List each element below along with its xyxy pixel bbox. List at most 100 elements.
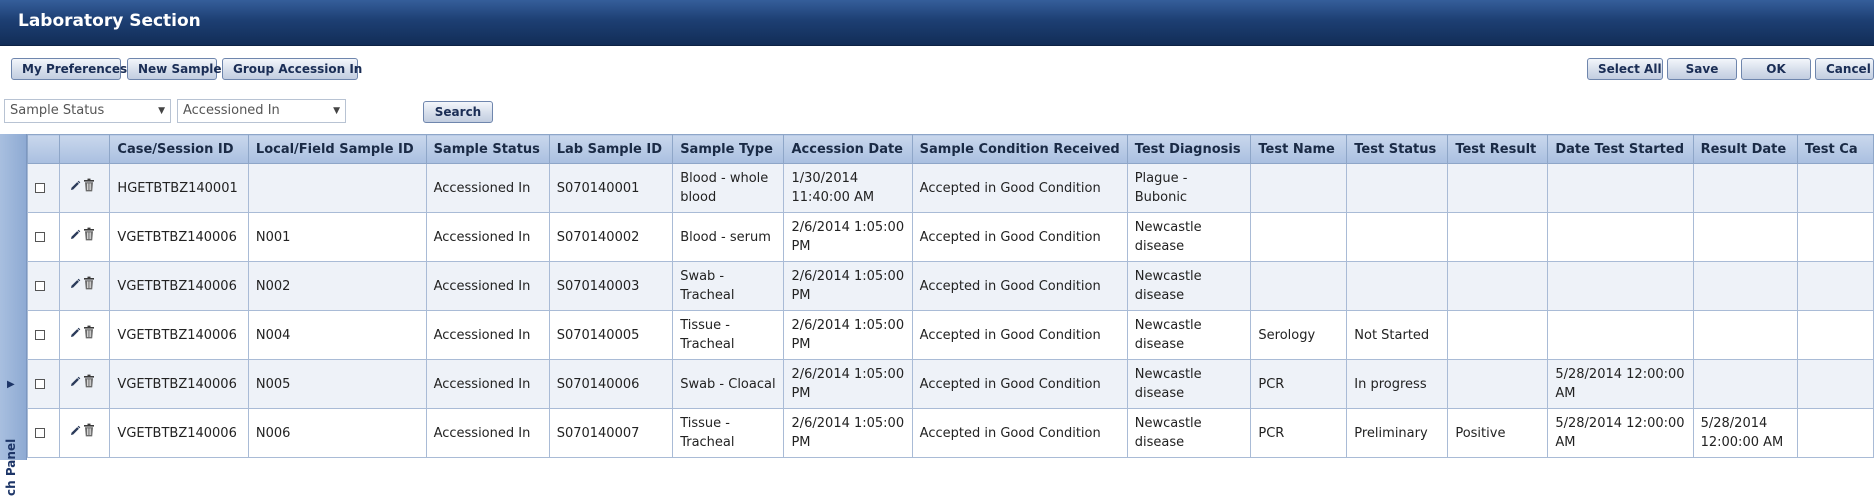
table-cell	[1692, 359, 1798, 409]
group-accession-in-button[interactable]: Group Accession In	[222, 58, 362, 80]
table-cell: Accessioned In	[425, 359, 550, 409]
ok-button[interactable]: OK	[1741, 58, 1811, 80]
row-select-cell	[26, 408, 61, 458]
table-cell: 2/6/2014 1:05:00 PM	[783, 310, 913, 360]
grid-header-row: Case/Session ID Local/Field Sample ID Sa…	[26, 134, 1874, 164]
trash-icon[interactable]	[83, 325, 95, 345]
row-actions-cell	[59, 310, 111, 360]
table-cell: Newcastle disease	[1126, 212, 1252, 262]
row-checkbox[interactable]	[35, 379, 45, 389]
table-cell: N002	[247, 261, 427, 311]
column-header-case-session-id[interactable]: Case/Session ID	[109, 134, 249, 164]
trash-icon[interactable]	[83, 276, 95, 296]
table-cell: Blood - whole blood	[672, 163, 785, 213]
table-cell: Preliminary	[1346, 408, 1449, 458]
search-panel-toggle[interactable]: ▶ ch Panel	[0, 134, 27, 496]
table-row[interactable]: HGETBTBZ140001 Accessioned In S070140001 Bl…	[26, 163, 1874, 213]
column-header-date-test-started[interactable]: Date Test Started	[1547, 134, 1694, 164]
edit-pencil-icon[interactable]	[69, 277, 81, 296]
column-header-test-status[interactable]: Test Status	[1346, 134, 1449, 164]
my-preferences-button[interactable]: My Preferences	[11, 58, 127, 80]
table-cell	[1547, 310, 1694, 360]
table-cell: 2/6/2014 1:05:00 PM	[783, 359, 913, 409]
row-checkbox[interactable]	[35, 330, 45, 340]
table-cell	[1447, 212, 1549, 262]
chevron-down-icon: ▼	[333, 106, 340, 116]
row-actions-cell	[59, 359, 111, 409]
table-cell	[1796, 408, 1874, 458]
table-cell	[1447, 359, 1549, 409]
table-cell	[1250, 163, 1348, 213]
table-cell	[1547, 163, 1694, 213]
table-cell	[1346, 212, 1449, 262]
save-button[interactable]: Save	[1667, 58, 1737, 80]
table-cell: 2/6/2014 1:05:00 PM	[783, 212, 913, 262]
cancel-button[interactable]: Cancel	[1815, 58, 1874, 80]
row-checkbox[interactable]	[35, 428, 45, 438]
column-header-lab-sample-id[interactable]: Lab Sample ID	[548, 134, 674, 164]
trash-icon[interactable]	[83, 374, 95, 394]
edit-pencil-icon[interactable]	[69, 375, 81, 394]
table-cell: Newcastle disease	[1126, 261, 1252, 311]
table-cell: S070140005	[548, 310, 674, 360]
trash-icon[interactable]	[83, 227, 95, 247]
sample-status-select[interactable]: Sample Status ▼	[4, 99, 171, 123]
table-cell: N001	[247, 212, 427, 262]
actions-column-header	[59, 134, 111, 164]
table-row[interactable]: VGETBTBZ140006 N001 Accessioned In S0701400…	[26, 212, 1874, 262]
table-cell	[1250, 212, 1348, 262]
table-cell: Accessioned In	[425, 163, 550, 213]
column-header-test-diagnosis[interactable]: Test Diagnosis	[1126, 134, 1252, 164]
table-cell: N005	[247, 359, 427, 409]
accession-status-select[interactable]: Accessioned In ▼	[177, 99, 346, 123]
column-header-sample-type[interactable]: Sample Type	[672, 134, 785, 164]
table-cell	[1447, 310, 1549, 360]
table-row[interactable]: VGETBTBZ140006 N005 Accessioned In S0701400…	[26, 359, 1874, 409]
select-all-button[interactable]: Select All	[1587, 58, 1663, 80]
edit-pencil-icon[interactable]	[69, 326, 81, 345]
table-cell: N004	[247, 310, 427, 360]
table-row[interactable]: VGETBTBZ140006 N002 Accessioned In S0701400…	[26, 261, 1874, 311]
column-header-result-date[interactable]: Result Date	[1692, 134, 1798, 164]
column-header-test-result[interactable]: Test Result	[1447, 134, 1549, 164]
table-cell: Accessioned In	[425, 212, 550, 262]
edit-pencil-icon[interactable]	[69, 179, 81, 198]
table-cell: VGETBTBZ140006	[109, 261, 249, 311]
table-cell: Accessioned In	[425, 310, 550, 360]
table-cell	[247, 163, 427, 213]
column-header-local-field-sample-id[interactable]: Local/Field Sample ID	[247, 134, 427, 164]
row-checkbox[interactable]	[35, 183, 45, 193]
table-cell	[1796, 212, 1874, 262]
table-cell	[1692, 212, 1798, 262]
column-header-sample-condition-received[interactable]: Sample Condition Received	[911, 134, 1128, 164]
table-cell: 5/28/2014 12:00:00 AM	[1547, 408, 1694, 458]
table-cell: VGETBTBZ140006	[109, 408, 249, 458]
trash-icon[interactable]	[83, 178, 95, 198]
table-cell	[1346, 163, 1449, 213]
table-cell: In progress	[1346, 359, 1449, 409]
table-cell: S070140003	[548, 261, 674, 311]
new-sample-button[interactable]: New Sample	[127, 58, 222, 80]
column-header-test-category[interactable]: Test Ca	[1796, 134, 1874, 164]
table-cell	[1692, 261, 1798, 311]
table-cell: PCR	[1250, 359, 1348, 409]
search-button[interactable]: Search	[423, 101, 493, 123]
edit-pencil-icon[interactable]	[69, 424, 81, 443]
column-header-test-name[interactable]: Test Name	[1250, 134, 1348, 164]
table-cell: Accessioned In	[425, 408, 550, 458]
table-row[interactable]: VGETBTBZ140006 N006 Accessioned In S0701400…	[26, 408, 1874, 458]
edit-pencil-icon[interactable]	[69, 228, 81, 247]
trash-icon[interactable]	[83, 423, 95, 443]
table-cell: Accepted in Good Condition	[911, 212, 1128, 262]
search-panel-label: ch Panel	[4, 438, 18, 496]
table-cell: Newcastle disease	[1126, 310, 1252, 360]
table-row[interactable]: VGETBTBZ140006 N004 Accessioned In S0701400…	[26, 310, 1874, 360]
column-header-sample-status[interactable]: Sample Status	[425, 134, 550, 164]
table-cell: S070140001	[548, 163, 674, 213]
row-checkbox[interactable]	[35, 232, 45, 242]
row-actions-cell	[59, 261, 111, 311]
table-cell: Blood - serum	[672, 212, 785, 262]
row-checkbox[interactable]	[35, 281, 45, 291]
select-column-header	[26, 134, 61, 164]
column-header-accession-date[interactable]: Accession Date	[783, 134, 913, 164]
